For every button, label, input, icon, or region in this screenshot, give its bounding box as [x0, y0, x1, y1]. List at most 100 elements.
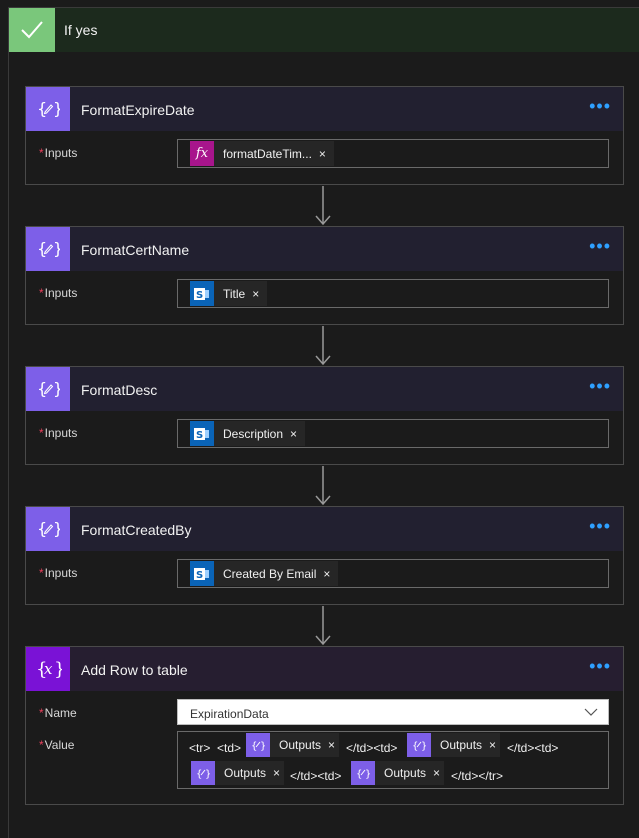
required-marker: * [39, 738, 44, 752]
remove-token-icon[interactable]: × [319, 147, 326, 161]
token-label: Outputs [224, 766, 267, 780]
compose-icon: {} [246, 733, 270, 757]
svg-text:}: } [54, 659, 62, 680]
card-title: FormatCertName [81, 242, 190, 258]
more-options-button[interactable]: ••• [589, 97, 611, 115]
svg-text:}: } [260, 741, 265, 751]
svg-text:{: { [37, 239, 47, 258]
outputs-token[interactable]: {} Outputs × [246, 733, 340, 757]
inputs-label-text: Inputs [44, 286, 78, 300]
card-header[interactable]: {} FormatCreatedBy ••• [26, 507, 623, 551]
card-header[interactable]: {} FormatCertName ••• [26, 227, 623, 271]
variable-icon: {x} [26, 647, 70, 691]
token-label: Outputs [279, 738, 322, 752]
token-label: Description [223, 426, 284, 441]
card-header[interactable]: {} FormatDesc ••• [26, 367, 623, 411]
svg-text:{: { [37, 379, 47, 398]
svg-text:}: } [205, 769, 210, 779]
svg-text:x: x [44, 660, 53, 678]
token-label: Created By Email [223, 566, 317, 581]
branch-header[interactable]: If yes [9, 8, 639, 52]
inputs-label: *Inputs [39, 286, 77, 300]
expression-token[interactable]: fx formatDateTim... × [190, 141, 334, 166]
remove-token-icon[interactable]: × [328, 738, 335, 752]
required-marker: * [39, 426, 44, 440]
sharepoint-icon: S [190, 281, 214, 306]
inputs-label: *Inputs [39, 426, 77, 440]
remove-token-icon[interactable]: × [323, 567, 330, 581]
arrow-down-icon [315, 606, 331, 646]
sharepoint-icon: S [190, 421, 214, 446]
remove-token-icon[interactable]: × [290, 427, 297, 441]
svg-text:S: S [196, 290, 203, 301]
compose-icon: {} [26, 507, 70, 551]
value-text-td-open: <td> [217, 741, 242, 755]
card-title: FormatCreatedBy [81, 522, 192, 538]
required-marker: * [39, 566, 44, 580]
value-text-close-open: </td><td> [346, 741, 398, 755]
svg-text:}: } [365, 769, 370, 779]
inputs-label-text: Inputs [44, 566, 78, 580]
svg-text:}: } [53, 379, 60, 398]
value-field[interactable]: <tr> <td> {} Outputs × </td><td> {} Outp… [177, 731, 609, 789]
more-options-button[interactable]: ••• [589, 237, 611, 255]
compose-icon: {} [26, 227, 70, 271]
outputs-token[interactable]: {} Outputs × [407, 733, 501, 757]
more-options-button[interactable]: ••• [589, 377, 611, 395]
value-text-close-open: </td><td> [507, 741, 559, 755]
svg-text:}: } [53, 239, 60, 258]
compose-icon: {} [26, 87, 70, 131]
inputs-field[interactable]: S Created By Email × [177, 559, 609, 588]
remove-token-icon[interactable]: × [252, 287, 259, 301]
inputs-label: *Inputs [39, 146, 77, 160]
value-label: *Value [39, 738, 74, 752]
outputs-token[interactable]: {} Outputs × [191, 761, 285, 785]
compose-icon: {} [191, 761, 215, 785]
remove-token-icon[interactable]: × [273, 766, 280, 780]
inputs-label-text: Inputs [44, 146, 78, 160]
inputs-label: *Inputs [39, 566, 77, 580]
card-title: FormatExpireDate [81, 102, 195, 118]
remove-token-icon[interactable]: × [433, 766, 440, 780]
svg-text:S: S [196, 570, 203, 581]
sharepoint-token[interactable]: S Title × [190, 281, 268, 306]
sharepoint-token[interactable]: S Description × [190, 421, 306, 446]
compose-icon: {} [26, 367, 70, 411]
sharepoint-token[interactable]: S Created By Email × [190, 561, 339, 586]
card-header[interactable]: {x} Add Row to table ••• [26, 647, 623, 691]
action-card-add-row-to-table: {x} Add Row to table ••• *Name Expiratio… [25, 646, 624, 805]
value-text-close-end: </td></tr> [451, 769, 504, 783]
arrow-down-icon [315, 466, 331, 506]
card-header[interactable]: {} FormatExpireDate ••• [26, 87, 623, 131]
required-marker: * [39, 286, 44, 300]
inputs-label-text: Inputs [44, 426, 78, 440]
name-dropdown-value: ExpirationData [190, 707, 269, 721]
compose-icon: {} [351, 761, 375, 785]
name-label: *Name [39, 706, 77, 720]
outputs-token[interactable]: {} Outputs × [351, 761, 445, 785]
branch-title: If yes [64, 22, 98, 38]
card-title: Add Row to table [81, 662, 188, 678]
inputs-field[interactable]: S Title × [177, 279, 609, 308]
action-card-format-desc: {} FormatDesc ••• *Inputs S Description … [25, 366, 624, 465]
action-card-format-cert-name: {} FormatCertName ••• *Inputs S Title × [25, 226, 624, 325]
value-text-tr-open: <tr> [189, 741, 211, 755]
inputs-field[interactable]: S Description × [177, 419, 609, 448]
token-label: Title [223, 286, 246, 301]
remove-token-icon[interactable]: × [489, 738, 496, 752]
chevron-down-icon [584, 708, 598, 716]
required-marker: * [39, 706, 44, 720]
compose-icon: {} [407, 733, 431, 757]
card-title: FormatDesc [81, 382, 158, 398]
token-label: Outputs [384, 766, 427, 780]
more-options-button[interactable]: ••• [589, 657, 611, 675]
action-card-format-created-by: {} FormatCreatedBy ••• *Inputs S Created… [25, 506, 624, 605]
svg-text:{: { [37, 99, 47, 118]
more-options-button[interactable]: ••• [589, 517, 611, 535]
name-dropdown[interactable]: ExpirationData [177, 699, 609, 725]
inputs-field[interactable]: fx formatDateTim... × [177, 139, 609, 168]
action-card-format-expire-date: {} FormatExpireDate ••• *Inputs fx forma… [25, 86, 624, 185]
svg-text:}: } [421, 741, 426, 751]
fx-icon: fx [190, 141, 214, 166]
sharepoint-icon: S [190, 561, 214, 586]
